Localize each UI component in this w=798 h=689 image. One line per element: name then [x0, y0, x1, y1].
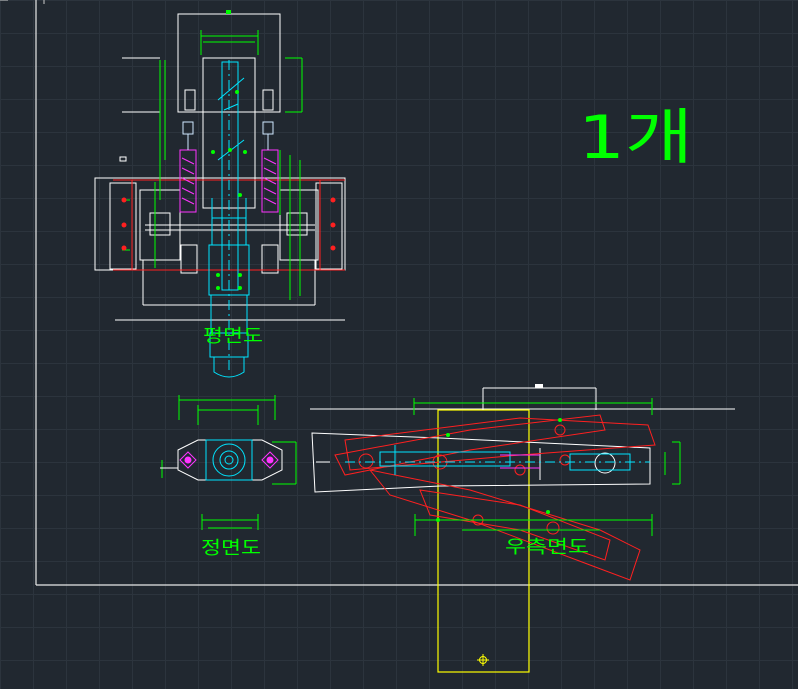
- sheet-border: [35, 0, 798, 586]
- side-view[interactable]: [310, 384, 735, 673]
- plan-view-label[interactable]: 평면도: [203, 326, 263, 347]
- cad-model-space[interactable]: 1개 평면도 정면도 우측면도: [0, 0, 798, 689]
- plan-view[interactable]: [94, 10, 346, 378]
- quantity-note[interactable]: 1개: [578, 103, 693, 173]
- drawing-svg[interactable]: 1개 평면도 정면도 우측면도: [0, 0, 798, 689]
- crosshair-icon: [0, 0, 45, 4]
- front-view-label[interactable]: 정면도: [201, 538, 261, 559]
- front-view[interactable]: [160, 395, 297, 530]
- side-view-label[interactable]: 우측면도: [505, 537, 589, 558]
